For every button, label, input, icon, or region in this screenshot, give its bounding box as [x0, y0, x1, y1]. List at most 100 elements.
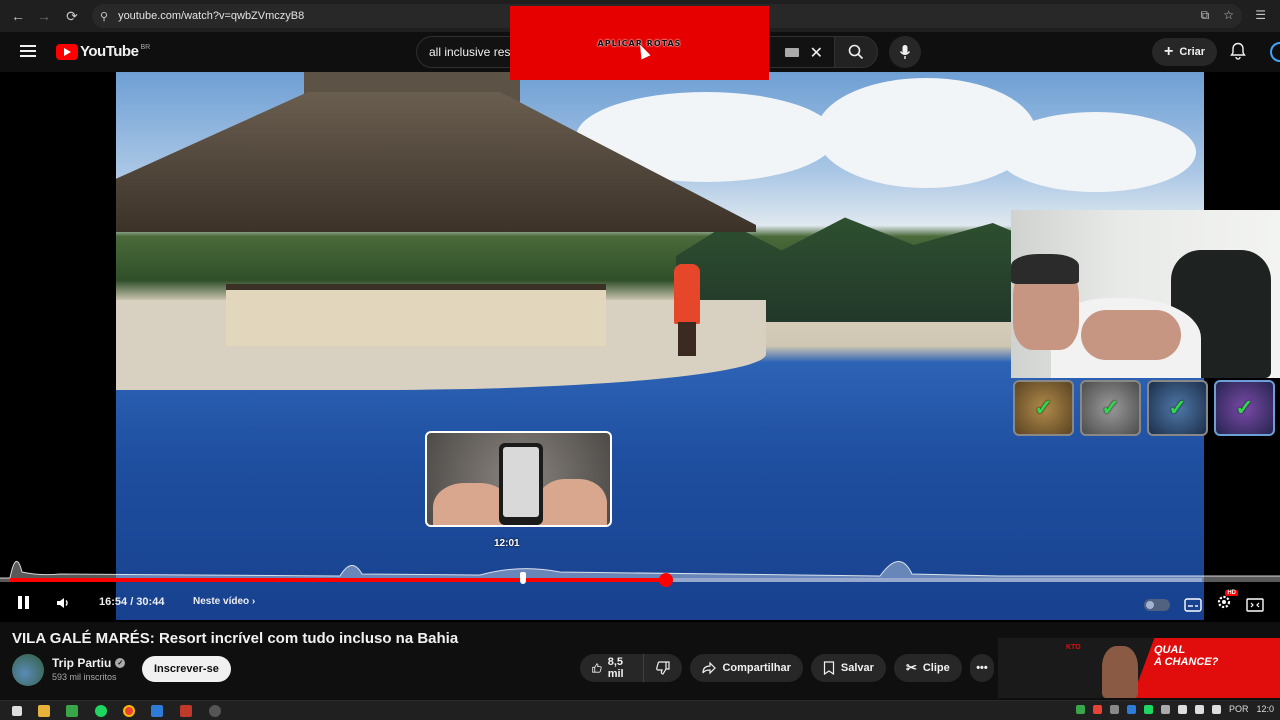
extensions-icon[interactable]: ☰ — [1255, 8, 1266, 22]
create-label: Criar — [1179, 46, 1206, 58]
keyboard-icon[interactable] — [785, 48, 799, 57]
ad-headline-line-1: QUAL — [1154, 644, 1186, 656]
microphone-tray-icon[interactable] — [1177, 704, 1187, 714]
chevron-right-icon: › — [251, 596, 256, 607]
microphone-icon — [899, 45, 911, 59]
streamer-webcam — [1011, 210, 1280, 378]
checkmark-icon: ✓ — [1235, 395, 1254, 420]
account-avatar[interactable] — [1270, 42, 1280, 62]
like-count: 8,5 mil — [607, 656, 624, 680]
overlay-skin-row: ✓ ✓ ✓ ✓ — [1011, 380, 1280, 440]
progress-scrubber[interactable] — [658, 573, 673, 587]
sponsored-ad[interactable]: KTO QUAL A CHANCE? — [998, 638, 1280, 698]
clear-search-icon[interactable]: ✕ — [810, 43, 823, 63]
audio-waveform — [0, 561, 1280, 582]
logo-text: YouTube — [80, 43, 139, 60]
more-actions-button[interactable]: ••• — [969, 654, 995, 682]
country-code: BR — [140, 44, 151, 51]
forward-icon[interactable]: → — [30, 2, 58, 30]
plus-icon: + — [1164, 43, 1174, 60]
autoplay-toggle[interactable] — [1144, 598, 1170, 611]
dislike-button[interactable] — [644, 654, 683, 682]
skin-card: ✓ — [1013, 380, 1074, 436]
checkmark-icon: ✓ — [1034, 395, 1053, 420]
tray-icon[interactable] — [1126, 704, 1136, 714]
tray-icon[interactable] — [1143, 704, 1153, 714]
mouse-cursor-icon — [519, 572, 526, 584]
app-icon[interactable] — [180, 705, 192, 717]
skin-card: ✓ — [1147, 380, 1208, 436]
tray-icon[interactable] — [1160, 704, 1170, 714]
site-info-icon[interactable]: ⚲ — [100, 10, 108, 23]
video-player[interactable]: ✓ ✓ ✓ ✓ 12:01 16:54 / 30:44 Neste vídeo … — [0, 72, 1280, 622]
clip-button[interactable]: ✂ Clipe — [893, 654, 962, 682]
channel-name-link[interactable]: Trip Partiu ✓ — [52, 656, 126, 670]
verified-check-icon: ✓ — [115, 658, 126, 668]
volume-icon[interactable] — [55, 595, 71, 611]
channel-row: Trip Partiu ✓ 593 mil inscritos Inscreve… — [12, 654, 995, 686]
hamburger-menu-icon[interactable] — [20, 45, 36, 57]
scrub-preview-thumbnail — [425, 431, 612, 527]
checkmark-icon: ✓ — [1101, 395, 1120, 420]
search-value: all inclusive res — [429, 45, 511, 59]
progress-played — [10, 578, 666, 582]
ad-person-image — [1102, 646, 1138, 698]
thumbs-down-icon — [656, 661, 671, 675]
vscode-icon[interactable] — [151, 705, 163, 717]
overlay-banner: APLICAR ROTAS — [510, 6, 769, 80]
subscriber-count: 593 mil inscritos — [52, 672, 117, 682]
app-icon[interactable] — [66, 705, 78, 717]
tray-icon[interactable] — [1092, 704, 1102, 714]
network-icon[interactable] — [1194, 704, 1204, 714]
share-icon — [702, 661, 717, 675]
create-button[interactable]: + Criar — [1152, 38, 1218, 66]
subtitles-icon[interactable] — [1184, 597, 1202, 612]
skin-card: ✓ — [1080, 380, 1141, 436]
progress-bar[interactable] — [10, 573, 1202, 587]
save-button[interactable]: Salvar — [810, 654, 886, 682]
search-button[interactable] — [834, 36, 878, 68]
hd-badge: HD — [1225, 590, 1238, 596]
ad-headline-line-2: A CHANCE? — [1154, 656, 1219, 668]
bookmark-star-icon[interactable]: ☆ — [1223, 8, 1234, 23]
subscribe-button[interactable]: Inscrever-se — [142, 656, 231, 682]
time-display: 16:54 / 30:44 — [99, 596, 165, 608]
share-button[interactable]: Compartilhar — [690, 654, 803, 682]
os-taskbar: POR 12:0 — [0, 700, 1280, 720]
more-horizontal-icon: ••• — [976, 662, 988, 674]
settings-button[interactable]: HD — [1216, 590, 1238, 615]
back-icon[interactable]: ← — [4, 2, 32, 30]
clock[interactable]: 12:0 — [1256, 704, 1274, 714]
chrome-icon[interactable] — [123, 705, 135, 717]
channel-name: Trip Partiu — [52, 656, 112, 670]
language-indicator[interactable]: POR — [1229, 704, 1249, 714]
scissors-icon: ✂ — [905, 660, 917, 675]
tray-icon[interactable] — [1075, 704, 1085, 714]
notifications-bell-icon[interactable] — [1230, 42, 1246, 60]
voice-search-button[interactable] — [889, 36, 921, 68]
ad-headline: QUAL A CHANCE? — [1154, 644, 1218, 668]
system-tray: POR 12:0 — [1075, 704, 1280, 714]
obs-icon[interactable] — [209, 705, 221, 717]
windows-start-icon[interactable] — [12, 706, 22, 716]
save-label: Salvar — [840, 662, 874, 674]
spotify-icon[interactable] — [95, 705, 107, 717]
youtube-play-icon — [56, 43, 78, 60]
like-button[interactable]: 8,5 mil — [580, 654, 645, 682]
tray-icon[interactable] — [1109, 704, 1119, 714]
reload-icon[interactable]: ⟳ — [58, 2, 86, 30]
youtube-logo[interactable]: YouTube BR — [56, 43, 150, 60]
theater-mode-icon[interactable] — [1246, 597, 1264, 612]
checkmark-icon: ✓ — [1168, 395, 1187, 420]
video-title: VILA GALÉ MARÉS: Resort incrível com tud… — [12, 630, 459, 647]
thumbs-up-icon — [592, 663, 602, 673]
search-icon — [848, 44, 864, 60]
speaker-icon[interactable] — [1211, 704, 1221, 714]
channel-avatar[interactable] — [12, 654, 44, 686]
pause-button[interactable] — [18, 596, 29, 609]
install-app-icon[interactable]: ⧉ — [1201, 8, 1210, 23]
file-explorer-icon[interactable] — [38, 705, 50, 717]
chapters-button[interactable]: Neste vídeo › — [193, 596, 255, 607]
ad-brand: KTO — [1066, 644, 1081, 651]
video-actions: 8,5 mil Compartilhar Salvar ✂ Clipe ••• — [580, 654, 995, 682]
